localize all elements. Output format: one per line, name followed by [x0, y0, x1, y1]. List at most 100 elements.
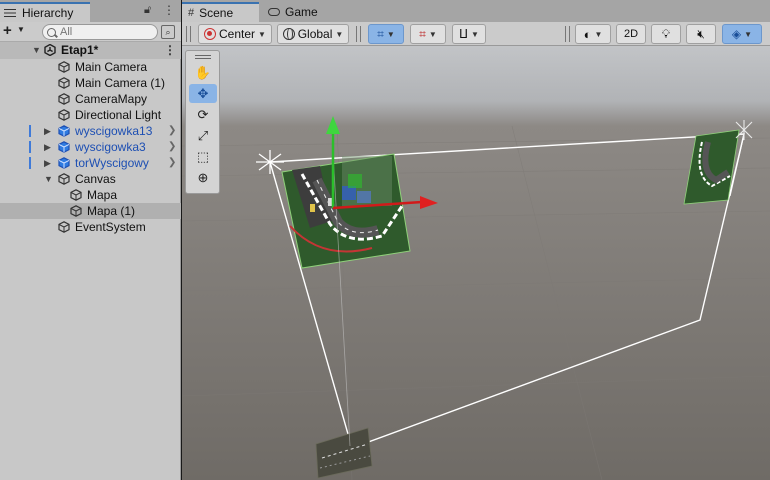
search-icon: [47, 27, 56, 37]
scale-tool-button[interactable]: ⤢: [189, 126, 217, 145]
hierarchy-panel: Hierarchy 🔓︎ ⋮ + ▼ ⌕ ▼ Etap1* ⋮ Main: [0, 0, 181, 480]
grid-snap-icon: ⌗: [377, 26, 384, 41]
scale-tool-icon: ⤢: [197, 127, 209, 143]
gizmo-yz-plane-handle[interactable]: [348, 174, 362, 188]
chevron-down-icon: ▼: [386, 29, 395, 39]
chevron-down-icon: ▼: [744, 29, 753, 39]
mapa-1-image[interactable]: [281, 153, 411, 269]
lock-icon[interactable]: 🔓︎: [144, 4, 151, 17]
prefab-cube-icon: [58, 157, 70, 169]
effects-dropdown[interactable]: ◈ ▼: [722, 24, 762, 44]
scene-name: Etap1*: [61, 43, 99, 57]
fold-arrow-collapsed-icon[interactable]: ▶: [44, 155, 51, 171]
scene-toolbar: Center ▼ Global ▼ ⌗ ▼ ⌗ ▼ ⵡ ▼ ◐ ▼ 2D 💡︎ …: [182, 22, 770, 46]
hierarchy-tree: ▼ Etap1* ⋮ Main Camera Main Camera (1) Cam…: [0, 42, 181, 235]
open-prefab-arrow-icon[interactable]: ❯: [168, 123, 176, 139]
hierarchy-tab[interactable]: Hierarchy: [0, 2, 90, 22]
hierarchy-item[interactable]: EventSystem: [0, 219, 181, 235]
rect-tool-icon: ⬚: [196, 148, 210, 164]
search-input[interactable]: [60, 26, 150, 38]
tab-scene[interactable]: # Scene: [182, 2, 259, 22]
chevron-down-icon: ▼: [335, 29, 344, 39]
fold-arrow-collapsed-icon[interactable]: ▶: [44, 139, 51, 155]
chevron-down-icon: ▼: [471, 29, 479, 39]
scene-root-row[interactable]: ▼ Etap1* ⋮: [0, 42, 181, 59]
hierarchy-item[interactable]: ▶ torWyscigowy ❯: [0, 155, 181, 171]
gizmo-y-arrow[interactable]: [326, 116, 340, 134]
kebab-menu-icon[interactable]: ⋮: [163, 3, 175, 17]
hierarchy-item-label: Main Camera: [75, 60, 148, 74]
hierarchy-tab-label: Hierarchy: [22, 6, 74, 20]
tool-palette-grip[interactable]: [195, 55, 211, 59]
hierarchy-search-field[interactable]: [42, 24, 158, 40]
chevron-down-icon[interactable]: ▼: [17, 25, 25, 34]
space-mode-label: Global: [297, 27, 333, 41]
hierarchy-item[interactable]: ▼ Canvas: [0, 171, 181, 187]
speaker-muted-icon: 🔇︎: [697, 26, 705, 41]
transform-tool-icon: ⊕: [197, 169, 209, 185]
hierarchy-item[interactable]: Directional Light: [0, 107, 181, 123]
hierarchy-item[interactable]: Main Camera: [0, 59, 181, 75]
tab-game[interactable]: Game: [262, 2, 332, 22]
toolbar-grip[interactable]: [356, 26, 361, 42]
gizmo-xy-plane-handle[interactable]: [342, 186, 356, 200]
scene-menu-icon[interactable]: ⋮: [164, 42, 176, 58]
chevron-down-icon: ▼: [428, 29, 437, 39]
hierarchy-item-label: Mapa (1): [87, 204, 136, 218]
hierarchy-item[interactable]: CameraMapy: [0, 91, 181, 107]
rect-tool-button[interactable]: ⬚: [189, 147, 217, 166]
add-object-button[interactable]: +: [3, 23, 12, 39]
corner-light-icon-left[interactable]: [256, 150, 284, 174]
toolbar-grip[interactable]: [186, 26, 191, 42]
scene-viewport[interactable]: ✋ ✥ ⟳ ⤢ ⬚ ⊕: [182, 46, 770, 480]
shaded-sphere-icon: ◐: [583, 26, 592, 42]
hierarchy-item[interactable]: Mapa (1): [0, 203, 181, 219]
gameobject-cube-icon: [70, 189, 82, 201]
hierarchy-item[interactable]: ▶ wyscigowka13 ❯: [0, 123, 181, 139]
mapa-image-bottom[interactable]: [315, 427, 373, 479]
pivot-mode-label: Center: [219, 27, 256, 41]
scene-3d-render[interactable]: [182, 46, 770, 480]
draw-mode-dropdown[interactable]: ◐ ▼: [575, 24, 611, 44]
hierarchy-item-label: Directional Light: [75, 108, 162, 122]
hand-tool-button[interactable]: ✋: [189, 63, 217, 82]
tool-palette: ✋ ✥ ⟳ ⤢ ⬚ ⊕: [185, 50, 220, 194]
audio-toggle[interactable]: 🔇︎: [686, 24, 716, 44]
hierarchy-item[interactable]: Main Camera (1): [0, 75, 181, 91]
toggle-2d-button[interactable]: 2D: [616, 24, 646, 44]
grid-snapping-toggle[interactable]: ⌗ ▼: [368, 24, 404, 44]
hierarchy-toolbar: + ▼ ⌕: [0, 22, 181, 42]
lighting-toggle[interactable]: 💡︎: [651, 24, 681, 44]
search-filter-icon[interactable]: ⌕: [161, 25, 175, 39]
open-prefab-arrow-icon[interactable]: ❯: [168, 139, 176, 155]
ground-grid: [182, 125, 770, 480]
increment-snap-dropdown[interactable]: ⌗ ▼: [410, 24, 446, 44]
gameobject-cube-icon: [58, 109, 70, 121]
hierarchy-item-label: wyscigowka13: [75, 124, 153, 138]
hierarchy-item-label: CameraMapy: [75, 92, 148, 106]
hierarchy-item-label: EventSystem: [75, 220, 146, 234]
pivot-mode-dropdown[interactable]: Center ▼: [198, 24, 272, 44]
fold-arrow-collapsed-icon[interactable]: ▶: [44, 123, 51, 139]
hierarchy-item-label: Mapa: [87, 188, 118, 202]
hierarchy-item[interactable]: ▶ wyscigowka3 ❯: [0, 139, 181, 155]
hierarchy-item[interactable]: Mapa: [0, 187, 181, 203]
pivot-icon: [204, 28, 217, 40]
rotate-tool-button[interactable]: ⟳: [189, 105, 217, 124]
gameobject-cube-icon: [58, 221, 70, 233]
open-prefab-arrow-icon[interactable]: ❯: [168, 155, 176, 171]
hierarchy-list-icon: [4, 8, 16, 18]
space-mode-dropdown[interactable]: Global ▼: [277, 24, 349, 44]
fold-arrow-expanded-icon[interactable]: ▼: [32, 42, 41, 58]
fold-arrow-expanded-icon[interactable]: ▼: [44, 171, 53, 187]
hierarchy-item-label: Canvas: [75, 172, 116, 186]
gizmo-x-arrow[interactable]: [420, 196, 438, 209]
lightbulb-icon: 💡︎: [661, 26, 671, 41]
globe-icon: [282, 28, 295, 40]
hierarchy-tab-bar: Hierarchy 🔓︎ ⋮: [0, 0, 181, 22]
ruler-dropdown[interactable]: ⵡ ▼: [452, 24, 486, 44]
move-tool-button[interactable]: ✥: [189, 84, 217, 103]
toolbar-grip[interactable]: [565, 26, 570, 42]
transform-tool-button[interactable]: ⊕: [189, 168, 217, 187]
hierarchy-item-label: Main Camera (1): [75, 76, 166, 90]
